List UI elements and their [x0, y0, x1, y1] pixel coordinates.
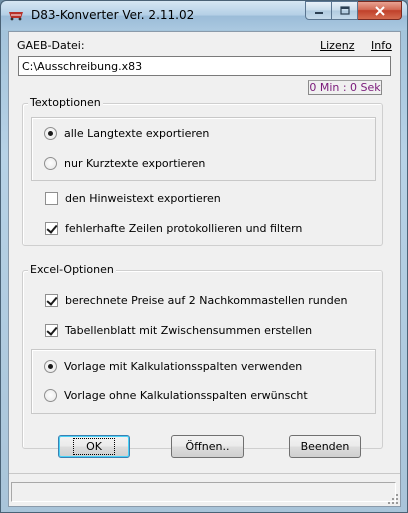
window-title: D83-Konverter Ver. 2.11.02 — [31, 8, 195, 22]
maximize-icon — [339, 6, 350, 15]
status-bar — [9, 473, 400, 506]
close-icon — [374, 5, 385, 16]
checkbox-faulty-lines[interactable]: fehlerhafte Zeilen protokollieren und fi… — [45, 222, 302, 235]
radio-with-calc-columns-label: Vorlage mit Kalkulationsspalten verwende… — [64, 360, 303, 373]
open-button[interactable]: Öffnen.. — [171, 435, 244, 458]
checkbox-subtotal-sheet[interactable]: Tabellenblatt mit Zwischensummen erstell… — [45, 324, 312, 337]
radio-without-calc-columns[interactable]: Vorlage ohne Kalkulationsspalten erwünsc… — [44, 389, 308, 402]
radio-all-long-texts-indicator[interactable] — [44, 127, 57, 140]
excel-options-title: Excel-Optionen — [28, 263, 116, 276]
excel-options-group: Excel-Optionen berechnete Preise auf 2 N… — [22, 263, 383, 449]
checkbox-faulty-lines-box[interactable] — [45, 222, 58, 235]
radio-without-calc-columns-indicator[interactable] — [44, 389, 57, 402]
text-options-title: Textoptionen — [28, 96, 103, 109]
resize-grip-icon[interactable] — [388, 494, 398, 504]
minimize-button[interactable] — [305, 1, 332, 20]
dialog-client-area: GAEB-Datei: Lizenz Info 0 Min : 0 Sek Te… — [8, 31, 401, 507]
radio-without-calc-columns-label: Vorlage ohne Kalkulationsspalten erwünsc… — [64, 389, 308, 402]
ok-button-label: OK — [73, 438, 115, 455]
checkbox-round-prices-box[interactable] — [45, 294, 58, 307]
template-radio-group: Vorlage mit Kalkulationsspalten verwende… — [31, 349, 376, 414]
checkbox-hint-text[interactable]: den Hinweistext exportieren — [45, 192, 221, 205]
checkbox-round-prices[interactable]: berechnete Preise auf 2 Nachkommastellen… — [45, 294, 347, 307]
file-label: GAEB-Datei: — [17, 39, 85, 52]
checkbox-faulty-lines-label: fehlerhafte Zeilen protokollieren und fi… — [65, 222, 303, 235]
open-button-label: Öffnen.. — [185, 440, 230, 453]
radio-short-texts-only-indicator[interactable] — [44, 157, 57, 170]
radio-all-long-texts-label: alle Langtexte exportieren — [64, 127, 210, 140]
radio-short-texts-only[interactable]: nur Kurztexte exportieren — [44, 157, 205, 170]
status-panel — [11, 482, 396, 502]
radio-all-long-texts[interactable]: alle Langtexte exportieren — [44, 127, 209, 140]
checkbox-subtotal-sheet-label: Tabellenblatt mit Zwischensummen erstell… — [65, 324, 313, 337]
text-export-radio-group: alle Langtexte exportieren nur Kurztexte… — [31, 117, 376, 181]
text-options-group: Textoptionen alle Langtexte exportieren … — [22, 96, 383, 246]
radio-short-texts-only-label: nur Kurztexte exportieren — [64, 157, 206, 170]
exit-button[interactable]: Beenden — [289, 435, 361, 458]
checkbox-round-prices-label: berechnete Preise auf 2 Nachkommastellen… — [65, 294, 348, 307]
d83-app-icon — [9, 12, 23, 21]
radio-with-calc-columns[interactable]: Vorlage mit Kalkulationsspalten verwende… — [44, 360, 302, 373]
ok-button[interactable]: OK — [58, 435, 130, 458]
checkbox-subtotal-sheet-box[interactable] — [45, 324, 58, 337]
close-button[interactable] — [358, 1, 402, 20]
checkbox-hint-text-label: den Hinweistext exportieren — [65, 192, 221, 205]
window-controls — [305, 1, 402, 20]
maximize-button[interactable] — [332, 1, 358, 20]
info-link[interactable]: Info — [371, 39, 392, 52]
license-link[interactable]: Lizenz — [320, 39, 354, 52]
radio-with-calc-columns-indicator[interactable] — [44, 360, 57, 373]
title-bar[interactable]: D83-Konverter Ver. 2.11.02 — [1, 1, 407, 30]
file-path-input[interactable] — [18, 56, 391, 76]
checkbox-hint-text-box[interactable] — [45, 192, 58, 205]
elapsed-time-display: 0 Min : 0 Sek — [308, 80, 382, 95]
main-window: D83-Konverter Ver. 2.11.02 GAEB-Datei: L… — [0, 0, 408, 513]
minimize-icon — [314, 11, 323, 14]
exit-button-label: Beenden — [300, 440, 350, 453]
